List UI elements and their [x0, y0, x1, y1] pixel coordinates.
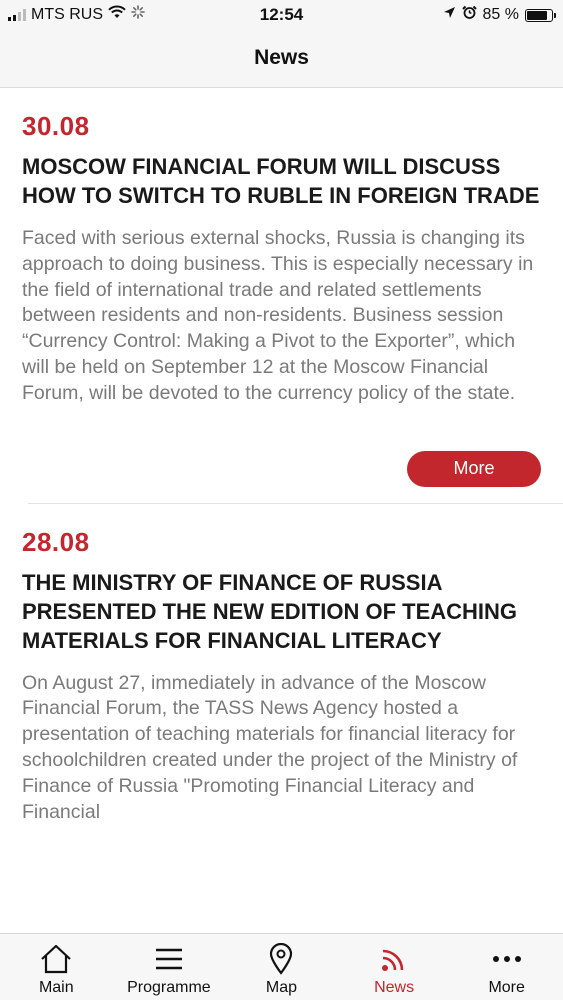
menu-icon: [152, 942, 186, 976]
rss-icon: [377, 942, 411, 976]
news-list[interactable]: 30.08 MOSCOW FINANCIAL FORUM WILL DISCUS…: [0, 88, 563, 933]
more-icon: [490, 942, 524, 976]
tab-label: Main: [38, 979, 74, 996]
map-pin-icon: [264, 942, 298, 976]
news-date: 30.08: [22, 111, 90, 141]
news-item[interactable]: 30.08 MOSCOW FINANCIAL FORUM WILL DISCUS…: [0, 88, 563, 503]
tab-label: More: [488, 979, 525, 996]
news-item[interactable]: 28.08 THE MINISTRY OF FINANCE OF RUSSIA …: [0, 504, 563, 826]
battery-percent: 85 %: [482, 6, 519, 23]
location-arrow-icon: [443, 6, 456, 24]
tab-bar: Main Programme Map News More: [0, 933, 563, 1000]
page-title: News: [254, 46, 309, 69]
alarm-icon: [461, 5, 477, 25]
status-bar: MTS RUS 12:54 85 %: [0, 0, 563, 30]
news-headline[interactable]: THE MINISTRY OF FINANCE OF RUSSIA PRESEN…: [22, 568, 541, 655]
more-button[interactable]: More: [407, 450, 541, 487]
tab-map[interactable]: Map: [225, 934, 337, 997]
tab-label: News: [374, 979, 415, 996]
battery-icon: [525, 8, 556, 22]
tab-label: Programme: [127, 979, 211, 996]
tab-news[interactable]: News: [338, 934, 450, 997]
tab-main[interactable]: Main: [0, 934, 112, 997]
tab-more[interactable]: More: [451, 934, 563, 997]
news-summary: Faced with serious external shocks, Russ…: [22, 227, 534, 404]
home-icon: [39, 942, 73, 976]
news-headline[interactable]: MOSCOW FINANCIAL FORUM WILL DISCUSS HOW …: [22, 152, 541, 210]
battery-fill: [527, 10, 548, 20]
tab-label: Map: [265, 979, 298, 996]
news-actions: More: [22, 450, 541, 503]
tab-programme[interactable]: Programme: [113, 934, 225, 997]
news-summary: On August 27, immediately in advance of …: [22, 671, 518, 823]
status-right: 85 %: [443, 5, 556, 25]
news-date: 28.08: [22, 526, 90, 557]
navigation-bar: News: [0, 30, 563, 88]
